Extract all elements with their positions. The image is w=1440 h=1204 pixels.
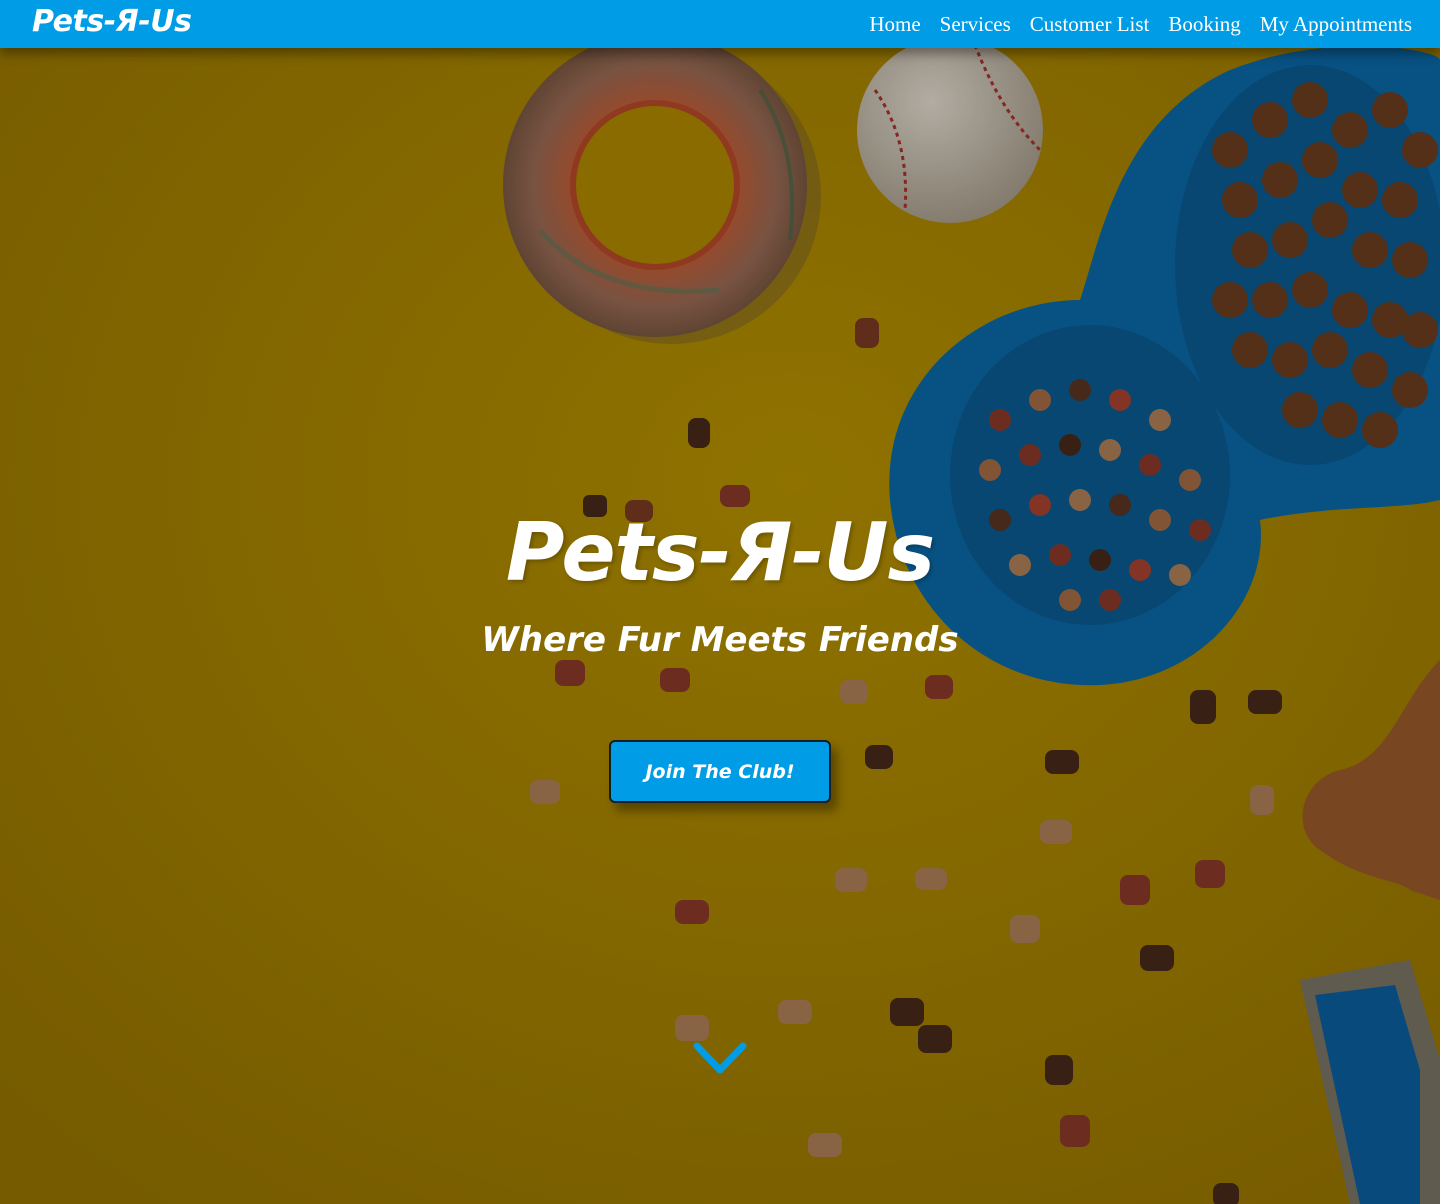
chevron-down-icon [693, 1042, 747, 1074]
brand-logo[interactable]: Pets-Я-Us [32, 4, 192, 39]
nav-item-my-appointments: My Appointments [1260, 12, 1412, 37]
hero-section: Pets-Я-Us Where Fur Meets Friends Join T… [0, 0, 1440, 1204]
join-club-button[interactable]: Join The Club! [609, 740, 831, 803]
hero-title: Pets-Я-Us [505, 506, 935, 599]
nav-link-home[interactable]: Home [869, 12, 920, 36]
nav-links: Home Services Customer List Booking My A… [850, 0, 1412, 48]
nav-link-my-appointments[interactable]: My Appointments [1260, 12, 1412, 36]
scroll-down-button[interactable] [693, 1040, 747, 1080]
hero-subtitle: Where Fur Meets Friends [481, 620, 959, 660]
nav-item-services: Services [940, 12, 1011, 37]
nav-link-booking[interactable]: Booking [1168, 12, 1240, 36]
nav-item-customer-list: Customer List [1030, 12, 1150, 37]
nav-link-customer-list[interactable]: Customer List [1030, 12, 1150, 36]
top-navbar: Pets-Я-Us Home Services Customer List Bo… [0, 0, 1440, 48]
hero-background-image [0, 0, 1440, 1204]
nav-link-services[interactable]: Services [940, 12, 1011, 36]
nav-item-booking: Booking [1168, 12, 1240, 37]
nav-item-home: Home [869, 12, 920, 37]
